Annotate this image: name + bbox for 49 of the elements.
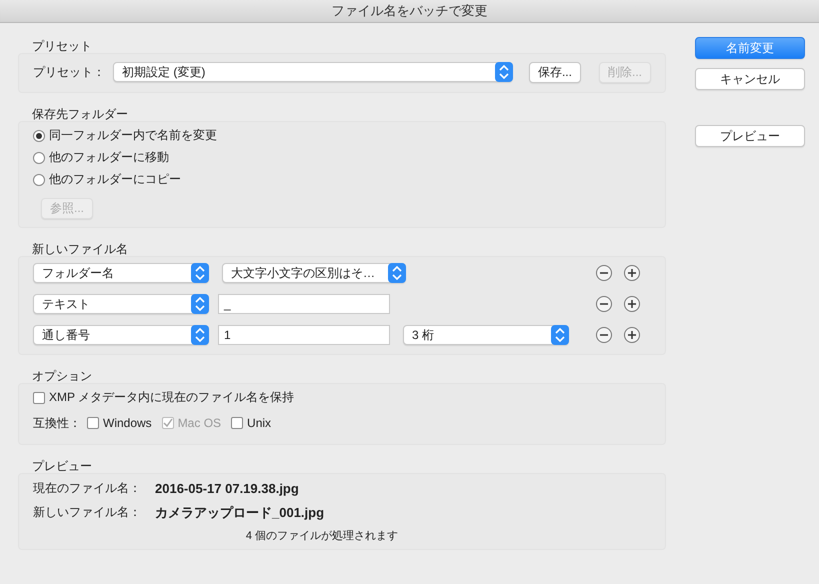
section-heading: プリセット [31,39,93,53]
checkbox[interactable] [33,392,45,404]
checkbox-option[interactable]: Windows [87,414,152,432]
checkbox[interactable] [87,417,99,429]
chevron-icon [551,325,569,345]
token-popup[interactable]: フォルダー名 [33,263,209,283]
chevron-icon [494,62,513,82]
checkbox[interactable] [231,417,244,429]
radio-button[interactable] [33,174,45,186]
token-popup[interactable]: 大文字小文字の区別はそ… [222,263,406,283]
radio-button[interactable] [33,130,45,142]
radio-option[interactable]: 他のフォルダーに移動 [33,148,651,167]
text-field[interactable]: 1 [218,325,390,345]
radio-button[interactable] [33,152,45,164]
field-label: プリセット： [33,64,105,80]
section-heading: 新しいファイル名 [31,242,129,256]
checkbox-option[interactable]: XMP メタデータ内に現在のファイル名を保持 [33,388,651,407]
field-label: 現在のファイル名： [33,480,142,497]
summary-text: 4 個のファイルが処理されます [246,529,398,543]
dialog-button[interactable]: プレビュー [695,125,805,147]
window-title: ファイル名をバッチで変更 [332,2,488,20]
remove-icon[interactable] [595,295,613,313]
radio-option[interactable]: 同一フォルダー内で名前を変更 [33,126,651,145]
radio-option[interactable]: 他のフォルダーにコピー [33,170,651,189]
chevron-icon [388,263,406,283]
file-name: 2016-05-17 07.19.38.jpg [155,481,299,496]
dialog-button[interactable]: キャンセル [695,68,805,90]
chevron-icon [191,294,209,314]
field-label: 互換性： [33,414,81,432]
chevron-icon [191,325,209,345]
add-icon[interactable] [623,264,641,282]
preset-popup[interactable]: 初期設定 (変更) [113,62,513,82]
section-heading: 保存先フォルダー [31,107,129,121]
token-popup[interactable]: 3 桁 [403,325,569,345]
checkbox-option[interactable]: Unix [231,414,272,432]
chevron-icon [191,263,209,283]
remove-icon[interactable] [595,326,613,344]
text-field[interactable]: _ [218,294,390,314]
file-name: カメラアップロード_001.jpg [155,504,324,522]
add-icon[interactable] [623,326,641,344]
section-heading: オプション [31,369,93,383]
field-label: 新しいファイル名： [33,504,142,521]
check-icon [162,418,173,428]
preset-button[interactable]: 保存... [528,62,581,82]
section-heading: プレビュー [31,459,93,473]
add-icon[interactable] [623,295,641,313]
remove-icon[interactable] [595,264,613,282]
token-popup[interactable]: 通し番号 [33,325,209,345]
token-popup[interactable]: テキスト [33,294,209,314]
